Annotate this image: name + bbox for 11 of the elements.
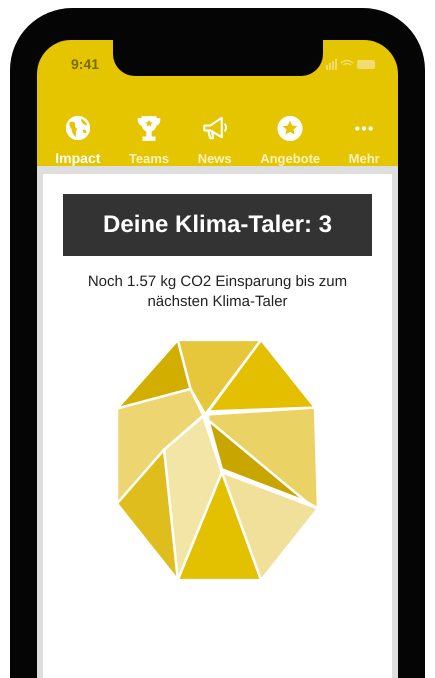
more-icon: [353, 126, 376, 131]
status-time: 9:41: [71, 56, 100, 72]
star-badge-icon: [275, 114, 306, 143]
nav-tab[interactable]: News: [198, 114, 232, 166]
nav-tab[interactable]: Angebote: [260, 114, 320, 166]
nav-tab[interactable]: Impact: [55, 114, 100, 166]
nav-tab[interactable]: Teams: [128, 114, 170, 166]
nav-tab[interactable]: Mehr: [348, 114, 380, 166]
status-icons: [326, 58, 376, 70]
savings-text: Noch 1.57 kg CO2 Einsparung bis zum nächsten Klima-Taler: [86, 272, 348, 312]
coin-count-title: Deine Klima-Taler: 3: [63, 194, 372, 256]
